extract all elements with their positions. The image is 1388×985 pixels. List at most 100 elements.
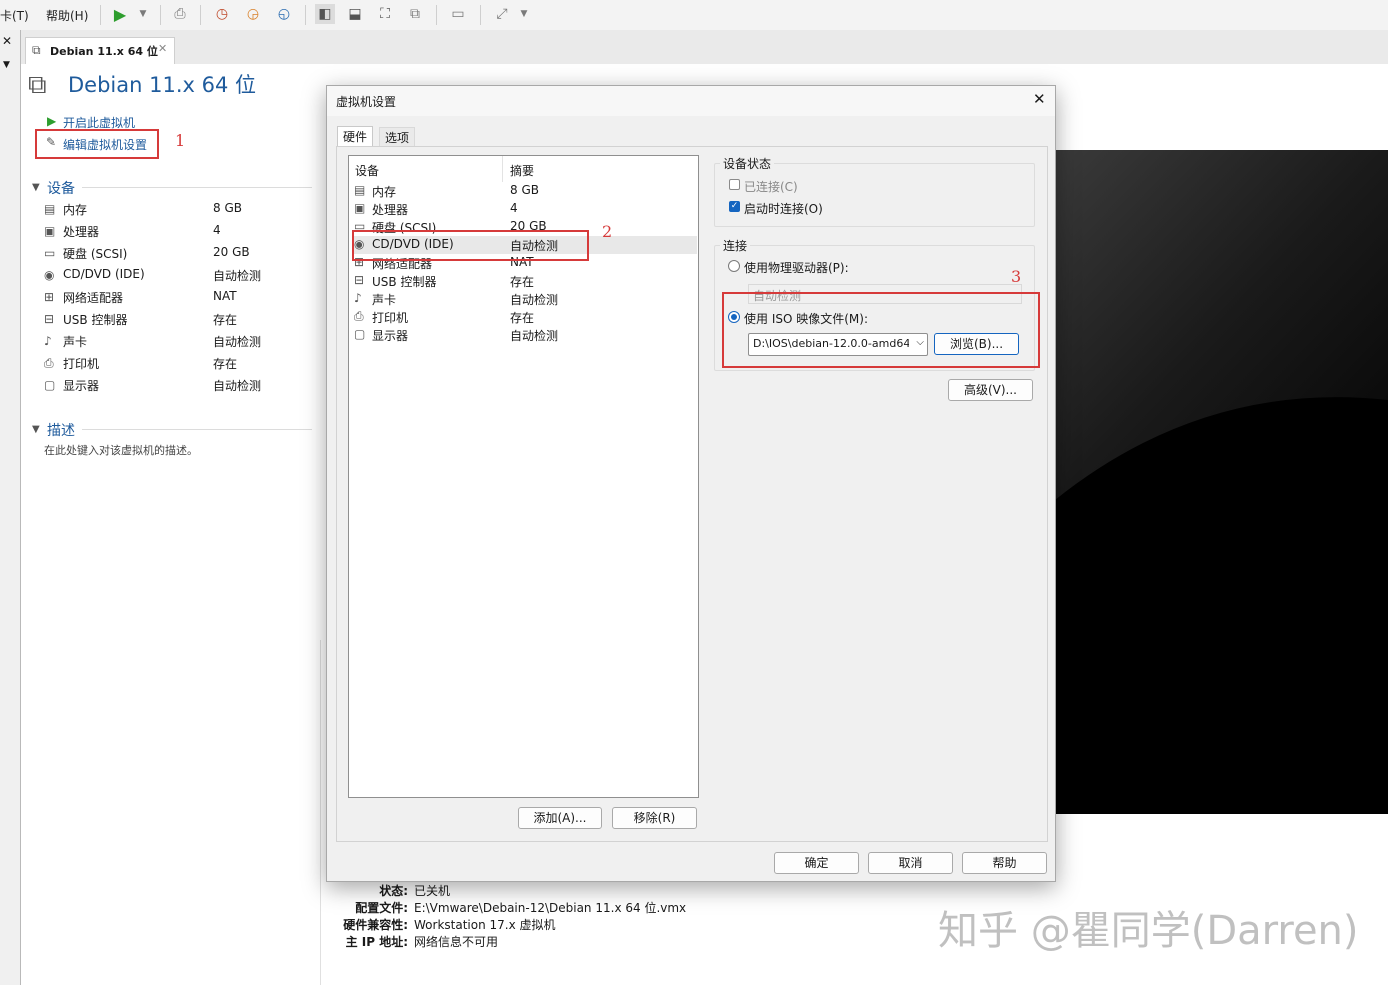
device-row[interactable]: ♪ 声卡 自动检测 bbox=[44, 331, 324, 353]
cpu-icon: ▣ bbox=[44, 224, 56, 238]
device-row[interactable]: ⊟ USB 控制器 存在 bbox=[44, 309, 324, 331]
column-header-device[interactable]: 设备 bbox=[355, 162, 379, 179]
remove-button[interactable]: 移除(R) bbox=[612, 807, 697, 829]
device-name: 处理器 bbox=[63, 225, 100, 239]
chevron-down-icon[interactable]: ▼ bbox=[133, 4, 153, 24]
dialog-title: 虚拟机设置 bbox=[336, 95, 397, 109]
network-icon: ⊞ bbox=[44, 290, 55, 304]
device-name: 声卡 bbox=[63, 335, 88, 349]
device-list-row[interactable]: ▢ 显示器 自动检测 bbox=[353, 326, 697, 344]
device-list-row[interactable]: ⊟ USB 控制器 存在 bbox=[353, 272, 697, 290]
vm-preview[interactable] bbox=[1055, 150, 1388, 814]
console-icon[interactable]: ▭ bbox=[448, 4, 468, 24]
pane-divider bbox=[320, 640, 321, 985]
device-value: 自动检测 bbox=[213, 379, 262, 393]
device-row[interactable]: ▤ 内存 8 GB bbox=[44, 199, 324, 221]
menu-tabs[interactable]: 卡(T) bbox=[0, 7, 29, 24]
toolbar-separator bbox=[200, 5, 201, 25]
annotation-1: 1 bbox=[175, 131, 186, 150]
device-list-name: 声卡 bbox=[372, 293, 397, 307]
device-list-value: 自动检测 bbox=[510, 329, 559, 343]
compat-label: 硬件兼容性: bbox=[343, 918, 408, 932]
toolbar-separator bbox=[160, 5, 161, 25]
memory-icon: ▤ bbox=[44, 202, 56, 216]
device-list-value: 8 GB bbox=[510, 183, 539, 197]
snapshot-manager-icon[interactable]: ◵ bbox=[274, 4, 294, 24]
usb-icon: ⊟ bbox=[44, 312, 55, 326]
device-name: 打印机 bbox=[63, 357, 100, 371]
send-keys-icon[interactable]: ⎙ bbox=[170, 4, 190, 24]
connection-label: 连接 bbox=[720, 237, 751, 254]
tab-debian[interactable]: ⧉ Debian 11.x 64 位 ✕ bbox=[25, 37, 175, 65]
description-placeholder[interactable]: 在此处键入对该虚拟机的描述。 bbox=[44, 442, 198, 458]
device-value: NAT bbox=[213, 289, 237, 303]
annotation-2: 2 bbox=[602, 222, 613, 241]
tab-hardware[interactable]: 硬件 bbox=[337, 126, 374, 147]
fullscreen-icon[interactable]: ⛶ bbox=[375, 4, 395, 24]
device-status-label: 设备状态 bbox=[720, 155, 775, 172]
highlight-box-3 bbox=[722, 292, 1040, 368]
device-value: 自动检测 bbox=[213, 335, 262, 349]
menu-help[interactable]: 帮助(H) bbox=[46, 7, 88, 24]
device-row[interactable]: ▣ 处理器 4 bbox=[44, 221, 324, 243]
column-header-summary[interactable]: 摘要 bbox=[510, 162, 534, 179]
chevron-down-icon[interactable]: ▼ bbox=[3, 60, 10, 70]
connect-on-power-label[interactable]: 启动时连接(O) bbox=[744, 200, 823, 217]
devices-section-title: 设备 bbox=[47, 181, 75, 197]
harddisk-icon: ▭ bbox=[44, 246, 56, 260]
unity-icon[interactable]: ⧉ bbox=[405, 4, 425, 24]
close-icon[interactable]: ✕ bbox=[158, 42, 167, 55]
device-name: 网络适配器 bbox=[63, 291, 124, 305]
device-row[interactable]: ◉ CD/DVD (IDE) 自动检测 bbox=[44, 265, 324, 287]
chevron-down-icon[interactable]: ▼ bbox=[32, 182, 40, 193]
device-row[interactable]: ⎙ 打印机 存在 bbox=[44, 353, 324, 375]
device-list-row[interactable]: ▣ 处理器 4 bbox=[353, 200, 697, 218]
preview-gradient bbox=[1055, 150, 1388, 500]
snapshot-icon[interactable]: ◷ bbox=[212, 4, 232, 24]
device-status-group bbox=[714, 163, 1035, 227]
vm-icon: ⧉ bbox=[28, 70, 47, 100]
close-icon[interactable]: ✕ bbox=[2, 34, 12, 48]
device-list-row[interactable]: ▤ 内存 8 GB bbox=[353, 182, 697, 200]
description-section-title: 描述 bbox=[47, 423, 75, 439]
device-value: 4 bbox=[213, 223, 221, 237]
device-row[interactable]: ⊞ 网络适配器 NAT bbox=[44, 287, 324, 309]
thumbnail-bar-icon[interactable]: ⬓ bbox=[345, 4, 365, 24]
device-value: 存在 bbox=[213, 313, 238, 327]
chevron-down-icon[interactable]: ▼ bbox=[514, 4, 534, 24]
device-row[interactable]: ▢ 显示器 自动检测 bbox=[44, 375, 324, 397]
ip-value: 网络信息不可用 bbox=[414, 935, 499, 949]
printer-icon: ⎙ bbox=[44, 356, 54, 370]
stretch-icon[interactable]: ⤢ bbox=[492, 4, 512, 24]
section-divider bbox=[82, 429, 312, 430]
physical-drive-label[interactable]: 使用物理驱动器(P): bbox=[744, 259, 849, 276]
device-list-row[interactable]: ♪ 声卡 自动检测 bbox=[353, 290, 697, 308]
ok-button[interactable]: 确定 bbox=[774, 852, 859, 874]
device-list-name: 打印机 bbox=[372, 311, 409, 325]
connect-on-power-checkbox[interactable]: ✓ bbox=[729, 201, 740, 212]
device-list-value: 自动检测 bbox=[510, 293, 559, 307]
revert-snapshot-icon[interactable]: ◶ bbox=[243, 4, 263, 24]
menu-bar: 卡(T) 帮助(H) ▶ ▼ ⎙ ◷ ◶ ◵ ◧ ⬓ ⛶ ⧉ ▭ ⤢ ▼ bbox=[0, 0, 1388, 31]
device-list-value: 存在 bbox=[510, 311, 535, 325]
status-label: 状态: bbox=[379, 884, 408, 898]
device-row[interactable]: ▭ 硬盘 (SCSI) 20 GB bbox=[44, 243, 324, 265]
page-title: Debian 11.x 64 位 bbox=[68, 73, 257, 97]
highlight-box-1 bbox=[35, 129, 159, 159]
chevron-down-icon[interactable]: ▼ bbox=[32, 424, 40, 435]
highlight-box-2 bbox=[352, 230, 589, 261]
column-divider[interactable] bbox=[502, 156, 503, 182]
tab-label: Debian 11.x 64 位 bbox=[50, 45, 158, 58]
tab-options[interactable]: 选项 bbox=[379, 127, 416, 148]
help-button[interactable]: 帮助 bbox=[962, 852, 1047, 874]
play-icon: ▶ bbox=[47, 114, 57, 128]
device-list-row[interactable]: ⎙ 打印机 存在 bbox=[353, 308, 697, 326]
play-icon[interactable]: ▶ bbox=[110, 4, 130, 24]
close-icon[interactable]: ✕ bbox=[1033, 90, 1046, 108]
add-button[interactable]: 添加(A)... bbox=[518, 807, 602, 829]
sidebar-toggle-icon[interactable]: ◧ bbox=[315, 4, 335, 24]
tab-strip bbox=[21, 30, 1388, 64]
physical-drive-radio[interactable] bbox=[728, 260, 740, 272]
cancel-button[interactable]: 取消 bbox=[868, 852, 953, 874]
advanced-button[interactable]: 高级(V)... bbox=[948, 379, 1033, 401]
